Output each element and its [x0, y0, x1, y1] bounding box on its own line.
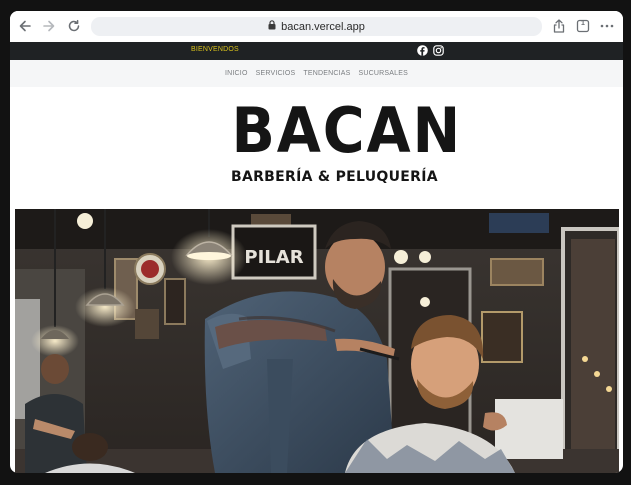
lock-icon	[268, 20, 276, 33]
browser-window: bacan.vercel.app 1 BIENVENDOS INICIO SER…	[10, 11, 623, 473]
facebook-icon[interactable]	[416, 44, 429, 57]
welcome-text: BIENVENDOS	[191, 46, 239, 53]
tab-count: 1	[581, 20, 585, 27]
brand-header: BACAN BARBERÍA & PELUQUERÍA	[10, 87, 623, 209]
instagram-icon[interactable]	[432, 44, 445, 57]
tabs-icon[interactable]: 1	[575, 18, 591, 34]
hero-image: PILAR	[15, 209, 619, 473]
nav-item-servicios[interactable]: SERVICIOS	[256, 70, 296, 77]
top-bar: BIENVENDOS	[10, 42, 623, 60]
url-text: bacan.vercel.app	[281, 20, 365, 33]
address-bar[interactable]: bacan.vercel.app	[91, 17, 542, 36]
browser-toolbar: bacan.vercel.app 1	[10, 11, 623, 42]
share-icon[interactable]	[551, 18, 567, 34]
more-icon[interactable]	[599, 18, 615, 34]
forward-icon[interactable]	[40, 17, 58, 35]
main-navigation: INICIO SERVICIOS TENDENCIAS SUCURSALES	[10, 60, 623, 87]
brand-logo[interactable]: BACAN	[231, 100, 460, 162]
reload-icon[interactable]	[65, 17, 83, 35]
nav-item-sucursales[interactable]: SUCURSALES	[359, 70, 408, 77]
nav-item-inicio[interactable]: INICIO	[225, 70, 248, 77]
pilar-sign-text: PILAR	[244, 247, 303, 268]
nav-item-tendencias[interactable]: TENDENCIAS	[303, 70, 350, 77]
brand-tagline: BARBERÍA & PELUQUERÍA	[231, 169, 438, 185]
back-icon[interactable]	[16, 17, 34, 35]
